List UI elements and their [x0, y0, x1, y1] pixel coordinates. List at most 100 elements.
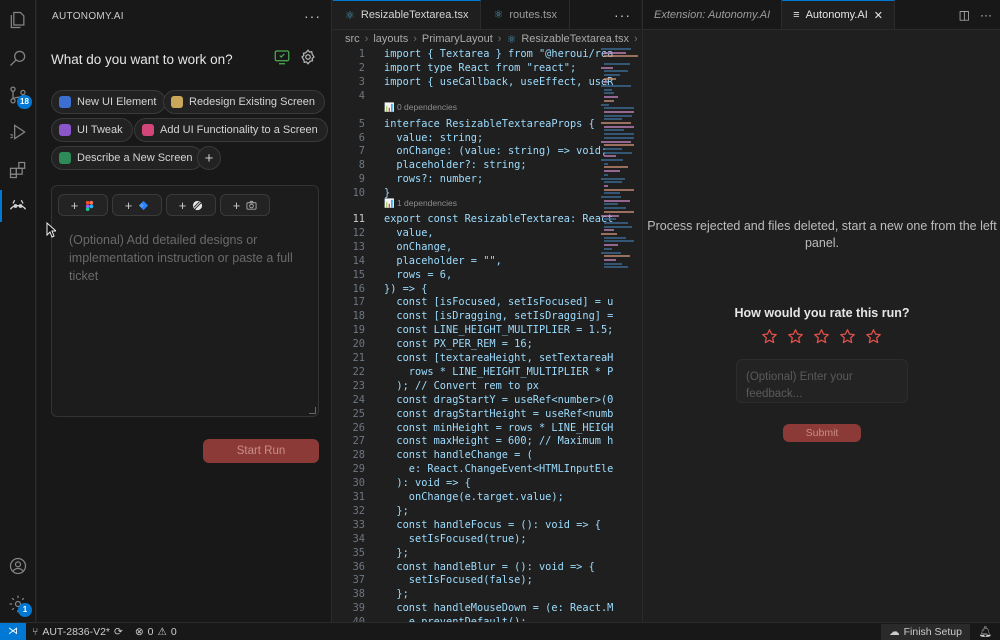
more-actions-icon[interactable]: ···: [304, 8, 321, 24]
breadcrumb-item[interactable]: src: [345, 33, 360, 45]
code-line[interactable]: 10}: [333, 186, 613, 200]
star-icon[interactable]: [813, 328, 830, 345]
code-text: }) => {: [384, 282, 428, 295]
chip-redesign-existing-screen[interactable]: Redesign Existing Screen: [163, 90, 325, 114]
code-line[interactable]: 40 e.preventDefault();: [333, 615, 613, 622]
finish-setup-button[interactable]: ☁ Finish Setup: [881, 624, 970, 640]
code-line[interactable]: 26 const minHeight = rows * LINE_HEIGHT: [333, 421, 613, 435]
chip-add-ui-functionality[interactable]: Add UI Functionality to a Screen: [134, 118, 328, 142]
tab-resizable-textarea[interactable]: ⚛ ResizableTextarea.tsx: [333, 0, 482, 29]
code-line[interactable]: 6 value: string;: [333, 131, 613, 145]
problems-indicator[interactable]: ⊗ 0 ⚠ 0: [129, 626, 183, 638]
attach-jira-button[interactable]: +: [112, 194, 162, 216]
minimap-line: [601, 85, 631, 87]
breadcrumb-item[interactable]: PrimaryLayout: [422, 33, 493, 45]
branch-indicator[interactable]: ⑂ AUT-2836-V2* ⟳: [26, 626, 129, 638]
right-more-icon[interactable]: ···: [980, 8, 992, 22]
code-line[interactable]: 16}) => {: [333, 282, 613, 296]
code-line[interactable]: 13 onChange,: [333, 240, 613, 254]
code-line[interactable]: 37 setIsFocused(false);: [333, 573, 613, 587]
code-line[interactable]: 36 const handleBlur = (): void => {: [333, 560, 613, 574]
code-line[interactable]: 18 const [isDragging, setIsDragging] =: [333, 309, 613, 323]
code-line[interactable]: 22 rows * LINE_HEIGHT_MULTIPLIER * PX: [333, 365, 613, 379]
code-line[interactable]: 11 export const ResizableTextarea: React.: [333, 212, 613, 226]
code-line[interactable]: 28 const handleChange = (: [333, 448, 613, 462]
code-line[interactable]: 21 const [textareaHeight, setTextareaHe: [333, 351, 613, 365]
minimap[interactable]: [601, 46, 641, 276]
line-number: 18: [352, 310, 365, 323]
resize-handle[interactable]: [309, 407, 316, 414]
code-line[interactable]: 35 };: [333, 546, 613, 560]
prompt-box[interactable]: + + + + (Optional) Add detailed designs …: [51, 185, 319, 417]
autonomy-icon[interactable]: [8, 196, 28, 216]
bell-icon[interactable]: 🔔︎: [979, 625, 992, 638]
code-line[interactable]: 39 const handleMouseDown = (e: React.Mo: [333, 601, 613, 615]
code-line[interactable]: 2 import type React from "react";: [333, 61, 613, 75]
code-line[interactable]: 15 rows = 6,: [333, 268, 613, 282]
code-line[interactable]: 32 };: [333, 504, 613, 518]
code-area[interactable]: 📊 0 dependencies 📊 1 dependencies 1 impor…: [333, 46, 641, 622]
chip-new-ui-element[interactable]: New UI Element: [51, 90, 167, 114]
account-icon[interactable]: [8, 556, 28, 576]
tab-autonomy[interactable]: ≡ Autonomy.AI ✕: [782, 0, 895, 29]
code-line[interactable]: 30 ): void => {: [333, 476, 613, 490]
code-line[interactable]: 12 value,: [333, 226, 613, 240]
add-chip-button[interactable]: +: [197, 146, 221, 170]
minimap-line: [604, 166, 628, 169]
code-line[interactable]: 19 const LINE_HEIGHT_MULTIPLIER = 1.5;: [333, 323, 613, 337]
breadcrumb-item[interactable]: ResizableTextarea.tsx: [521, 33, 629, 45]
search-icon[interactable]: [8, 48, 28, 68]
attach-figma-button[interactable]: +: [58, 194, 108, 216]
code-line[interactable]: 8 placeholder?: string;: [333, 158, 613, 172]
extensions-icon[interactable]: [8, 160, 28, 180]
submit-button[interactable]: Submit: [783, 424, 861, 442]
tab-routes[interactable]: ⚛ routes.tsx: [481, 0, 571, 29]
close-icon[interactable]: ✕: [874, 9, 883, 22]
code-line[interactable]: 24 const dragStartY = useRef<number>(0): [333, 393, 613, 407]
minimap-line: [604, 55, 638, 58]
code-line[interactable]: 27 const maxHeight = 600; // Maximum he: [333, 434, 613, 448]
star-icon[interactable]: [865, 328, 882, 345]
attach-linear-button[interactable]: +: [166, 194, 216, 216]
code-line[interactable]: 33 const handleFocus = (): void => {: [333, 518, 613, 532]
chip-describe-new-screen[interactable]: Describe a New Screen: [51, 146, 203, 170]
gear-icon[interactable]: [299, 48, 317, 66]
code-text: onChange: (value: string) => void;: [384, 145, 608, 158]
code-line[interactable]: 17 const [isFocused, setIsFocused] = us: [333, 295, 613, 309]
remote-icon[interactable]: ⋊: [0, 623, 26, 640]
code-lens[interactable]: 📊 0 dependencies: [384, 101, 457, 113]
code-line[interactable]: 31 onChange(e.target.value);: [333, 490, 613, 504]
code-line[interactable]: 25 const dragStartHeight = useRef<numbe: [333, 407, 613, 421]
editor-more-icon[interactable]: ···: [614, 7, 631, 23]
tab-extension-autonomy[interactable]: Extension: Autonomy.AI: [643, 0, 783, 29]
sliders-icon: [59, 124, 71, 136]
code-line[interactable]: 29 e: React.ChangeEvent<HTMLInputElem: [333, 462, 613, 476]
feedback-input[interactable]: (Optional) Enter your feedback...: [736, 359, 908, 403]
start-run-button[interactable]: Start Run: [203, 439, 319, 463]
chip-ui-tweak[interactable]: UI Tweak: [51, 118, 133, 142]
attach-screenshot-button[interactable]: +: [220, 194, 270, 216]
code-line[interactable]: 9 rows?: number;: [333, 172, 613, 186]
star-icon[interactable]: [761, 328, 778, 345]
code-line[interactable]: 23 ); // Convert rem to px: [333, 379, 613, 393]
code-line[interactable]: 3 import { useCallback, useEffect, useRe: [333, 75, 613, 89]
preview-icon: ≡: [793, 9, 800, 21]
explorer-icon[interactable]: [8, 10, 28, 30]
run-debug-icon[interactable]: [8, 122, 28, 142]
star-icon[interactable]: [839, 328, 856, 345]
code-line[interactable]: 14 placeholder = "",: [333, 254, 613, 268]
star-icon[interactable]: [787, 328, 804, 345]
minimap-line: [604, 118, 622, 121]
minimap-line: [604, 136, 634, 139]
split-editor-icon[interactable]: ◫: [959, 8, 970, 22]
code-line[interactable]: 34 setIsFocused(true);: [333, 532, 613, 546]
monitor-check-icon[interactable]: [273, 48, 291, 66]
code-line[interactable]: 7 onChange: (value: string) => void;: [333, 144, 613, 158]
code-line[interactable]: 38 };: [333, 587, 613, 601]
breadcrumb-item[interactable]: layouts: [373, 33, 408, 45]
minimap-line: [604, 92, 614, 95]
code-line[interactable]: 20 const PX_PER_REM = 16;: [333, 337, 613, 351]
code-line[interactable]: 1 import { Textarea } from "@heroui/reac: [333, 47, 613, 61]
code-line[interactable]: 5 interface ResizableTextareaProps {: [333, 117, 613, 131]
code-line[interactable]: 4: [333, 89, 613, 103]
